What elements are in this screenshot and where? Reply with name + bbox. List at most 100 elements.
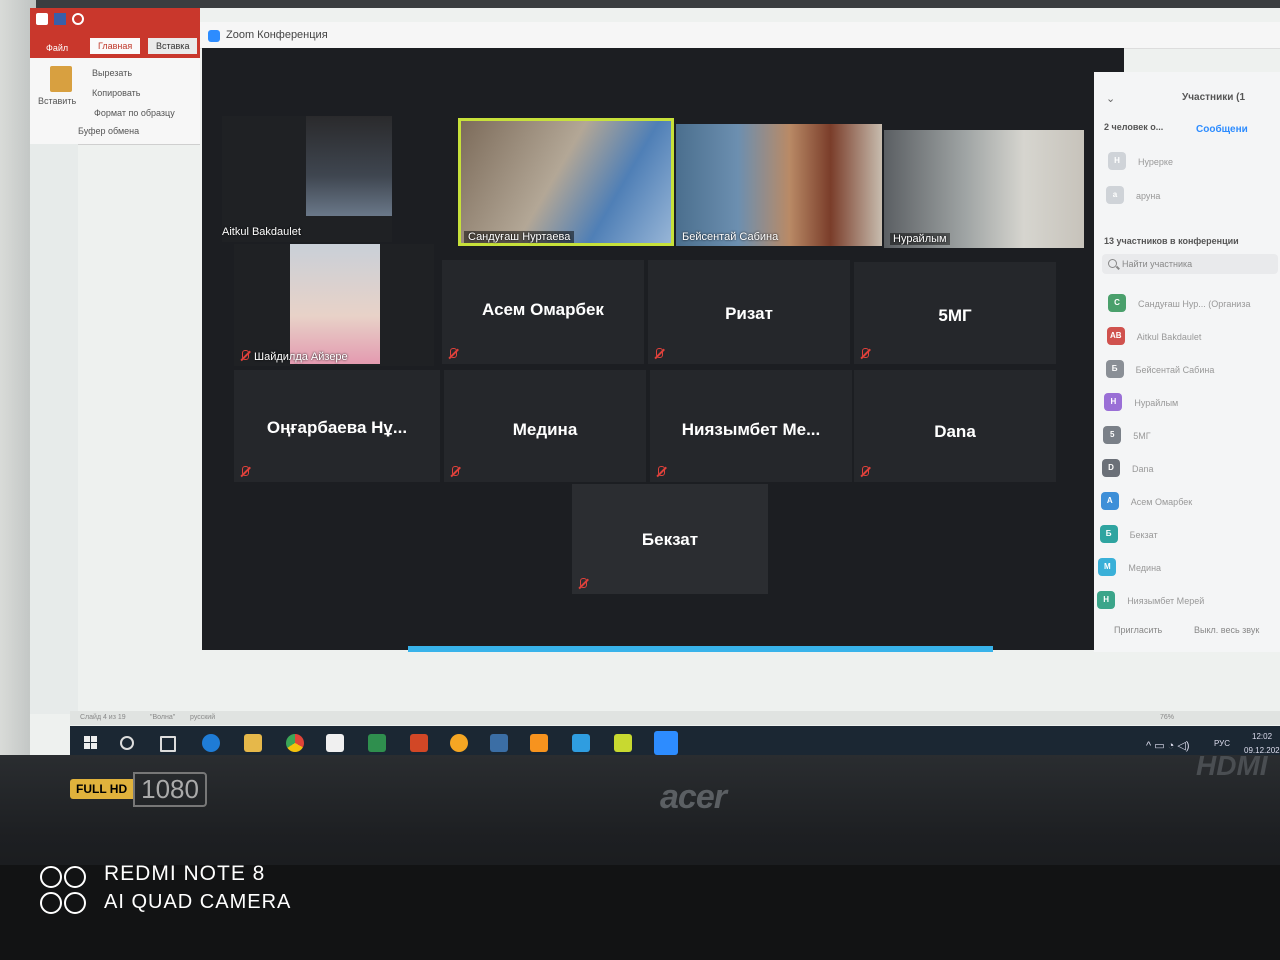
- windows-start-icon[interactable]: [84, 736, 98, 750]
- clipboard-group-label: Буфер обмена: [78, 126, 140, 136]
- chrome-icon[interactable]: [286, 734, 304, 752]
- cut-button[interactable]: Вырезать: [92, 68, 132, 78]
- language-status: русский: [190, 714, 216, 721]
- invite-button[interactable]: Пригласить: [1114, 625, 1162, 635]
- participant-tile[interactable]: 5МГ: [854, 262, 1056, 364]
- participant-tile[interactable]: Асем Омарбек: [442, 260, 644, 364]
- zoom-level[interactable]: 76%: [1160, 714, 1174, 721]
- format-painter-button[interactable]: Формат по образцу: [94, 108, 175, 118]
- participant-tile[interactable]: Медина: [444, 370, 646, 482]
- zoom-logo-icon: [208, 30, 220, 42]
- file-explorer-icon[interactable]: [244, 734, 262, 752]
- watermark-line2: AI QUAD CAMERA: [104, 891, 292, 913]
- participant-name: Асем Омарбек: [482, 300, 604, 319]
- participant-name: Aitkul Bakdaulet: [1136, 332, 1202, 342]
- notes-icon[interactable]: [614, 734, 632, 752]
- search-placeholder: Найти участника: [1122, 259, 1193, 269]
- participant-name: Бекзат: [1129, 530, 1158, 540]
- muted-mic-icon: [859, 466, 871, 478]
- participant-name: Асем Омарбек: [1130, 497, 1193, 507]
- window-title: Zoom Конференция: [226, 29, 328, 41]
- participant-tile[interactable]: Ризат: [648, 260, 850, 364]
- chevron-down-icon[interactable]: ⌄: [1106, 92, 1115, 105]
- participant-tile[interactable]: Оңғарбаева Нұ...: [234, 370, 440, 482]
- participants-panel: ⌄ Участники (1 2 человек о... Сообщени Н…: [1094, 72, 1280, 652]
- video-tile[interactable]: Шайдилда Айзере: [234, 244, 434, 366]
- paste-button[interactable]: Вставить: [38, 96, 76, 106]
- video-tile[interactable]: Нурайлым: [884, 130, 1084, 248]
- undo-icon[interactable]: [72, 13, 84, 25]
- excel-icon[interactable]: [368, 734, 386, 752]
- powerpoint-icon: [36, 13, 48, 25]
- avatar: Б: [1099, 525, 1118, 543]
- system-tray-icons[interactable]: ^ ▭ ◔ ◁): [1146, 739, 1190, 752]
- participant-name: Dana: [934, 422, 976, 441]
- in-meeting-count: 13 участников в конференции: [1104, 236, 1239, 246]
- participant-name: Ризат: [725, 304, 773, 323]
- clock-time[interactable]: 12:02: [1252, 732, 1272, 741]
- video-tile[interactable]: Aitkul Bakdaulet: [222, 116, 392, 242]
- avatar: а: [1106, 186, 1124, 204]
- search-icon: [1108, 259, 1117, 268]
- tab-home[interactable]: Главная: [90, 38, 141, 54]
- participant-tile[interactable]: Бекзат: [572, 484, 768, 594]
- slide-counter: Слайд 4 из 19: [80, 714, 126, 721]
- paste-icon[interactable]: [50, 66, 72, 92]
- vk-icon[interactable]: [490, 734, 508, 752]
- hdmi-logo: HDMI: [1196, 750, 1268, 781]
- participant-name-label: Сандуғаш Нуртаева: [464, 231, 575, 243]
- task-view-icon[interactable]: [160, 736, 176, 752]
- video-tile[interactable]: Бейсентай Сабина: [676, 124, 882, 246]
- odnoklassniki-icon[interactable]: [530, 734, 548, 752]
- muted-mic-icon: [577, 578, 589, 590]
- edge-icon[interactable]: [202, 734, 220, 752]
- participant-tile[interactable]: Dana: [854, 370, 1056, 482]
- participant-name: Оңғарбаева Нұ...: [266, 418, 408, 437]
- muted-mic-icon: [239, 350, 251, 362]
- participant-name: Dana: [1132, 464, 1154, 474]
- zoom-taskbar-icon[interactable]: [654, 731, 678, 755]
- video-tile-active-speaker[interactable]: Сандуғаш Нуртаева: [458, 118, 674, 246]
- tab-file[interactable]: Файл: [38, 40, 77, 56]
- theme-name: "Волна": [150, 714, 176, 721]
- participant-name: Нурерке: [1138, 157, 1173, 167]
- copy-button[interactable]: Копировать: [92, 88, 140, 98]
- powerpoint-titlebar: [30, 8, 200, 34]
- avatar: 5: [1103, 426, 1122, 444]
- slide-thumbnails-pane[interactable]: [30, 144, 78, 714]
- input-language[interactable]: РУС: [1214, 739, 1230, 748]
- browser-icon[interactable]: [450, 734, 468, 752]
- mail-icon[interactable]: [572, 734, 590, 752]
- participant-video: [306, 116, 392, 216]
- participant-tile[interactable]: Ниязымбет Ме...: [650, 370, 852, 482]
- muted-mic-icon: [239, 466, 251, 478]
- participant-name-label: Aitkul Bakdaulet: [222, 226, 301, 238]
- participant-name: Медина: [512, 420, 578, 439]
- mute-all-button[interactable]: Выкл. весь звук: [1194, 625, 1259, 635]
- powerpoint-icon[interactable]: [410, 734, 428, 752]
- tab-insert[interactable]: Вставка: [148, 38, 198, 54]
- message-link[interactable]: Сообщени: [1196, 124, 1248, 135]
- camera-logo-icon: [40, 866, 88, 914]
- waiting-room-count: 2 человек о...: [1104, 122, 1164, 132]
- avatar: D: [1102, 459, 1120, 477]
- panel-title: Участники (1: [1182, 92, 1246, 103]
- full-hd-badge: FULL HD 1080: [70, 770, 207, 808]
- laptop-screen: Файл Главная Вставка Вставить Вырезать К…: [30, 8, 1280, 755]
- participant-name: Сандуғаш Нур... (Организа: [1138, 299, 1251, 309]
- avatar: М: [1098, 558, 1117, 576]
- participant-name-label: Нурайлым: [890, 233, 950, 245]
- save-icon[interactable]: [54, 13, 66, 25]
- slide-edge: [408, 646, 993, 652]
- avatar: Н: [1104, 393, 1123, 411]
- search-participants-input[interactable]: Найти участника: [1102, 254, 1278, 274]
- acer-logo: acer: [660, 778, 727, 816]
- search-icon[interactable]: [120, 736, 134, 750]
- gallery-view: Aitkul Bakdaulet Сандуғаш Нуртаева Бейсе…: [202, 48, 1124, 650]
- store-icon[interactable]: [326, 734, 344, 752]
- powerpoint-statusbar: Слайд 4 из 19 "Волна" русский 76%: [70, 711, 1280, 725]
- participant-name: Нурайлым: [1134, 398, 1179, 408]
- muted-mic-icon: [655, 466, 667, 478]
- participant-name: аруна: [1136, 191, 1161, 201]
- avatar: AB: [1106, 327, 1125, 345]
